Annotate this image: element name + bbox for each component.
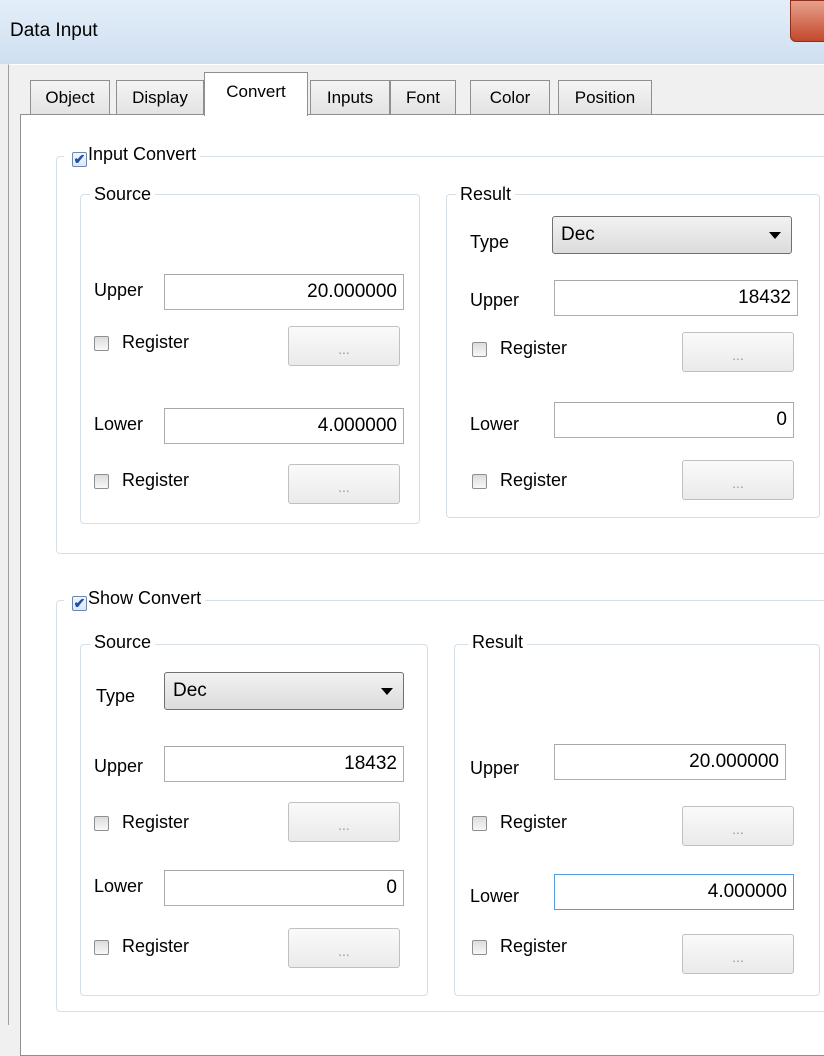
input-result-lower-field[interactable]: 0 — [554, 402, 794, 438]
show-result-upper-label: Upper — [470, 758, 520, 778]
show-result-lower-register-checkbox[interactable] — [472, 940, 487, 955]
show-convert-header: ✔ Show Convert — [64, 588, 206, 611]
input-result-upper-field[interactable]: 18432 — [554, 280, 798, 316]
chevron-down-icon — [769, 232, 781, 239]
show-source-title: Source — [90, 632, 156, 653]
input-source-lower-register-checkbox[interactable] — [94, 474, 109, 489]
input-source-upper-field[interactable]: 20.000000 — [164, 274, 404, 310]
show-source-type-label: Type — [96, 686, 136, 706]
input-result-lower-label: Lower — [470, 414, 520, 434]
tab-object[interactable]: Object — [30, 80, 110, 114]
input-result-upper-register-label: Register — [500, 338, 568, 358]
input-source-upper-register-label: Register — [122, 332, 190, 352]
show-result-lower-label: Lower — [470, 886, 520, 906]
show-source-type-value: Dec — [173, 680, 207, 701]
show-result-title: Result — [468, 632, 528, 653]
show-source-lower-field[interactable]: 0 — [164, 870, 404, 906]
show-result-upper-browse-button[interactable]: ... — [682, 806, 794, 846]
input-source-upper-register-checkbox[interactable] — [94, 336, 109, 351]
tab-position[interactable]: Position — [558, 80, 652, 114]
show-result-upper-field[interactable]: 20.000000 — [554, 744, 786, 780]
input-result-lower-register-checkbox[interactable] — [472, 474, 487, 489]
show-convert-label: Show Convert — [88, 588, 202, 608]
input-convert-label: Input Convert — [88, 144, 197, 164]
input-source-lower-label: Lower — [94, 414, 144, 434]
input-source-title: Source — [90, 184, 156, 205]
show-source-lower-register-label: Register — [122, 936, 190, 956]
show-source-upper-browse-button[interactable]: ... — [288, 802, 400, 842]
chevron-down-icon — [381, 688, 393, 695]
input-convert-checkbox[interactable]: ✔ — [72, 152, 87, 167]
tab-inputs[interactable]: Inputs — [310, 80, 390, 114]
input-result-title: Result — [456, 184, 516, 205]
input-result-type-value: Dec — [561, 224, 595, 245]
input-result-upper-label: Upper — [470, 290, 520, 310]
tab-display[interactable]: Display — [116, 80, 204, 114]
show-result-upper-register-checkbox[interactable] — [472, 816, 487, 831]
show-result-upper-register-label: Register — [500, 812, 568, 832]
show-source-lower-label: Lower — [94, 876, 144, 896]
window-title: Data Input — [10, 20, 98, 41]
input-result-type-select[interactable]: Dec — [552, 216, 792, 254]
show-source-lower-browse-button[interactable]: ... — [288, 928, 400, 968]
input-result-lower-register-label: Register — [500, 470, 568, 490]
show-result-lower-browse-button[interactable]: ... — [682, 934, 794, 974]
input-result-upper-register-checkbox[interactable] — [472, 342, 487, 357]
input-source-upper-label: Upper — [94, 280, 144, 300]
show-source-upper-label: Upper — [94, 756, 144, 776]
tab-color[interactable]: Color — [470, 80, 550, 114]
tab-convert[interactable]: Convert — [204, 72, 308, 116]
show-source-upper-register-label: Register — [122, 812, 190, 832]
input-result-type-label: Type — [470, 232, 510, 252]
show-source-upper-register-checkbox[interactable] — [94, 816, 109, 831]
show-source-type-select[interactable]: Dec — [164, 672, 404, 710]
input-source-lower-register-label: Register — [122, 470, 190, 490]
show-result-lower-field[interactable]: 4.000000 — [554, 874, 794, 910]
title-bar — [0, 0, 824, 64]
show-source-upper-field[interactable]: 18432 — [164, 746, 404, 782]
input-source-upper-browse-button[interactable]: ... — [288, 326, 400, 366]
close-button[interactable] — [790, 0, 824, 42]
input-source-lower-field[interactable]: 4.000000 — [164, 408, 404, 444]
show-convert-checkbox[interactable]: ✔ — [72, 596, 87, 611]
show-result-lower-register-label: Register — [500, 936, 568, 956]
tab-font[interactable]: Font — [390, 80, 456, 114]
input-result-lower-browse-button[interactable]: ... — [682, 460, 794, 500]
show-source-lower-register-checkbox[interactable] — [94, 940, 109, 955]
input-result-upper-browse-button[interactable]: ... — [682, 332, 794, 372]
input-convert-header: ✔ Input Convert — [64, 144, 201, 167]
input-source-lower-browse-button[interactable]: ... — [288, 464, 400, 504]
